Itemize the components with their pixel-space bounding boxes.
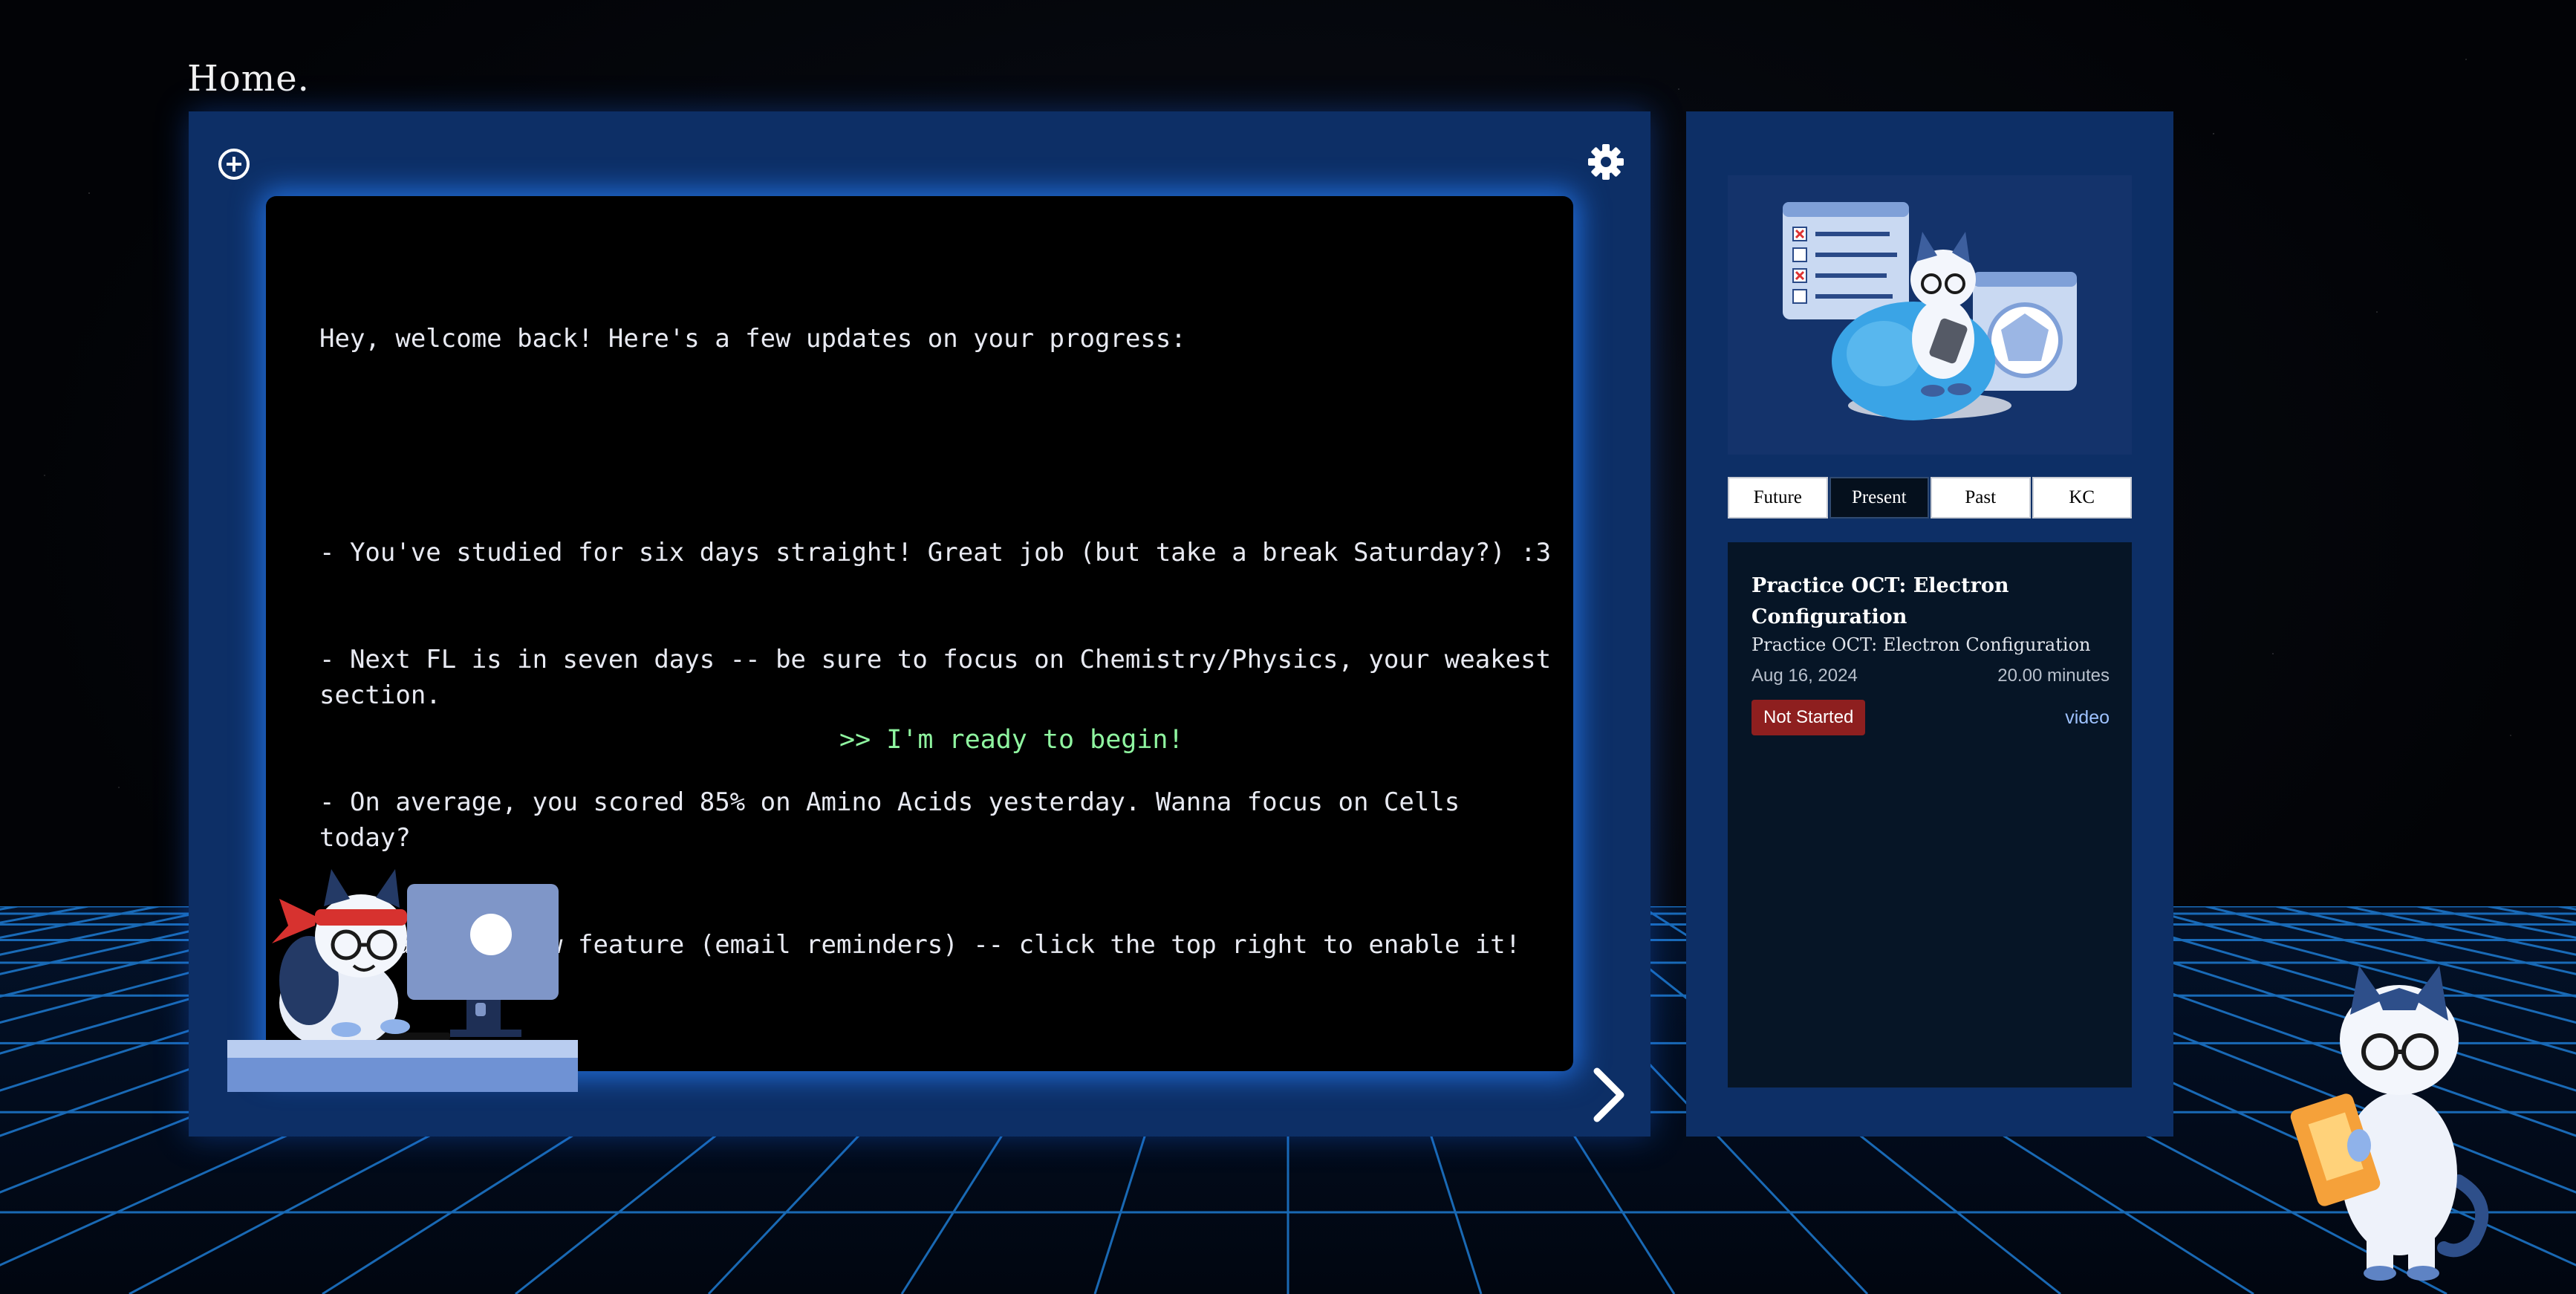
task-title: Practice OCT: Electron Configuration bbox=[1752, 574, 2009, 628]
timeline-tabs: Future Present Past KC bbox=[1728, 477, 2132, 518]
study-cat-illustration bbox=[1783, 202, 2077, 420]
terminal-line: - You've studied for six days straight! … bbox=[319, 538, 1552, 568]
ninja-cat-illustration bbox=[227, 854, 584, 1092]
terminal-line: Hey, welcome back! Here's a few updates … bbox=[319, 324, 1186, 354]
add-button[interactable] bbox=[217, 147, 251, 181]
task-type-link[interactable]: video bbox=[2065, 707, 2110, 729]
chevron-right-icon bbox=[1593, 1067, 1624, 1122]
next-button[interactable] bbox=[1588, 1065, 1628, 1125]
ready-to-begin-link[interactable]: >> I'm ready to begin! bbox=[839, 725, 1184, 755]
task-duration: 20.00 minutes bbox=[1997, 666, 2110, 686]
tab-kc[interactable]: KC bbox=[2032, 477, 2132, 518]
main-panel: Hey, welcome back! Here's a few updates … bbox=[189, 111, 1650, 1137]
terminal-line: - Next FL is in seven days -- be sure to… bbox=[319, 645, 1567, 710]
tab-present[interactable]: Present bbox=[1829, 477, 1929, 518]
tab-future[interactable]: Future bbox=[1728, 477, 1828, 518]
status-badge: Not Started bbox=[1752, 700, 1866, 735]
terminal-line: - On average, you scored 85% on Amino Ac… bbox=[319, 787, 1475, 853]
doctor-cat-illustration bbox=[2288, 958, 2496, 1285]
page-title: Home. bbox=[187, 58, 310, 100]
tab-past[interactable]: Past bbox=[1931, 477, 2031, 518]
task-subtitle: Practice OCT: Electron Configuration bbox=[1752, 634, 2091, 655]
task-date: Aug 16, 2024 bbox=[1752, 666, 1858, 686]
study-illustration-card bbox=[1728, 175, 2132, 455]
task-card[interactable]: Practice OCT: Electron Configuration Pra… bbox=[1728, 542, 2132, 1087]
side-panel: Future Present Past KC Practice OCT: Ele… bbox=[1686, 111, 2173, 1137]
settings-button[interactable] bbox=[1585, 141, 1627, 183]
plus-circle-icon bbox=[218, 149, 250, 180]
gear-icon bbox=[1588, 144, 1624, 180]
